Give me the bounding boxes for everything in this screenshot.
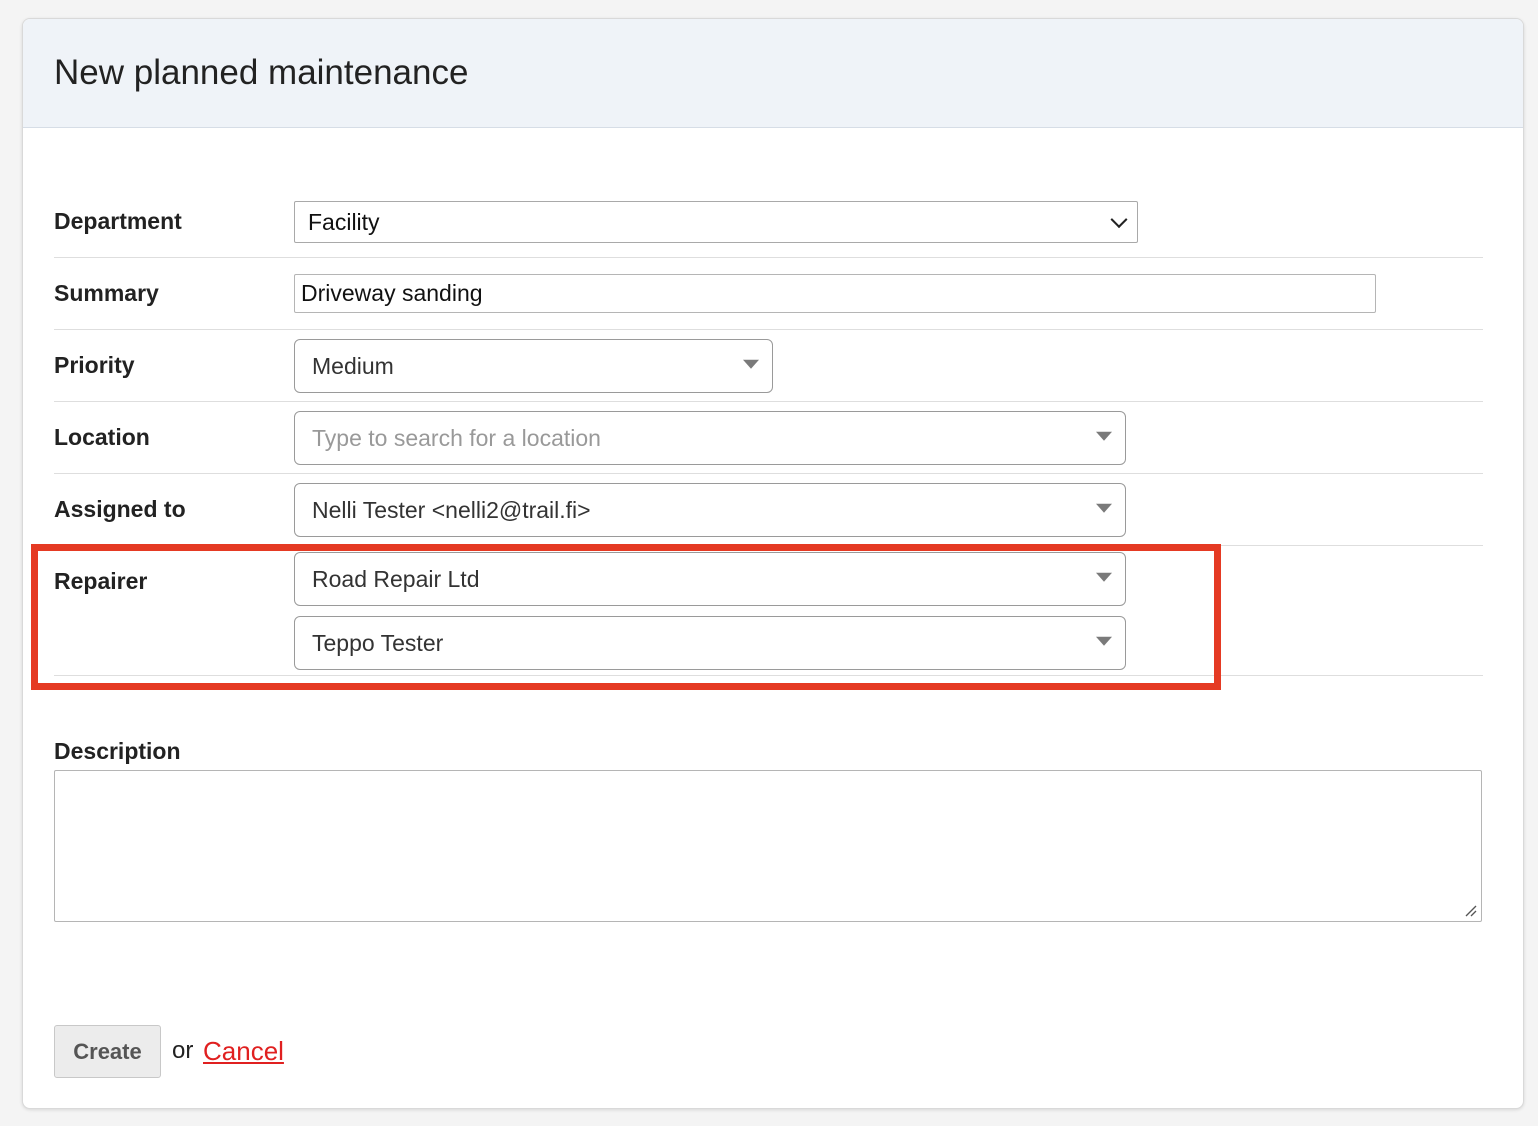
repairer-label: Repairer — [54, 568, 148, 594]
assigned-to-select[interactable]: Nelli Tester <nelli2@trail.fi> — [294, 483, 1126, 537]
priority-select[interactable]: Medium — [294, 339, 773, 393]
repairer-person-select[interactable]: Teppo Tester — [294, 616, 1126, 670]
resize-grip-icon[interactable] — [1463, 903, 1477, 917]
row-divider — [54, 329, 1483, 330]
location-placeholder: Type to search for a location — [312, 424, 601, 451]
caret-down-icon — [1096, 636, 1112, 646]
location-label: Location — [54, 424, 150, 450]
assigned-to-label: Assigned to — [54, 496, 186, 522]
description-textarea[interactable] — [54, 770, 1482, 922]
row-divider — [54, 545, 1483, 546]
assigned-to-value: Nelli Tester <nelli2@trail.fi> — [312, 496, 591, 523]
priority-label: Priority — [54, 352, 135, 378]
summary-input[interactable] — [294, 274, 1376, 313]
caret-down-icon — [1096, 503, 1112, 513]
row-divider — [54, 473, 1483, 474]
department-select[interactable]: Facility — [294, 201, 1138, 243]
summary-label: Summary — [54, 280, 159, 306]
page-title: New planned maintenance — [54, 53, 469, 92]
create-button[interactable]: Create — [54, 1025, 161, 1078]
maintenance-form-panel: New planned maintenance Department Facil… — [22, 18, 1524, 1109]
repairer-company-value: Road Repair Ltd — [312, 565, 480, 592]
row-divider — [54, 257, 1483, 258]
location-select[interactable]: Type to search for a location — [294, 411, 1126, 465]
or-text: or — [172, 1037, 194, 1064]
row-divider — [54, 401, 1483, 402]
caret-down-icon — [1096, 572, 1112, 582]
panel-header: New planned maintenance — [23, 19, 1523, 128]
row-divider — [54, 675, 1483, 676]
department-label: Department — [54, 208, 182, 234]
description-label: Description — [54, 738, 181, 764]
caret-down-icon — [1096, 431, 1112, 441]
priority-value: Medium — [312, 352, 394, 379]
caret-down-icon — [743, 359, 759, 369]
repairer-company-select[interactable]: Road Repair Ltd — [294, 552, 1126, 606]
chevron-down-icon — [1110, 211, 1128, 229]
cancel-link[interactable]: Cancel — [203, 1036, 284, 1067]
repairer-person-value: Teppo Tester — [312, 629, 444, 656]
department-value: Facility — [308, 208, 380, 235]
